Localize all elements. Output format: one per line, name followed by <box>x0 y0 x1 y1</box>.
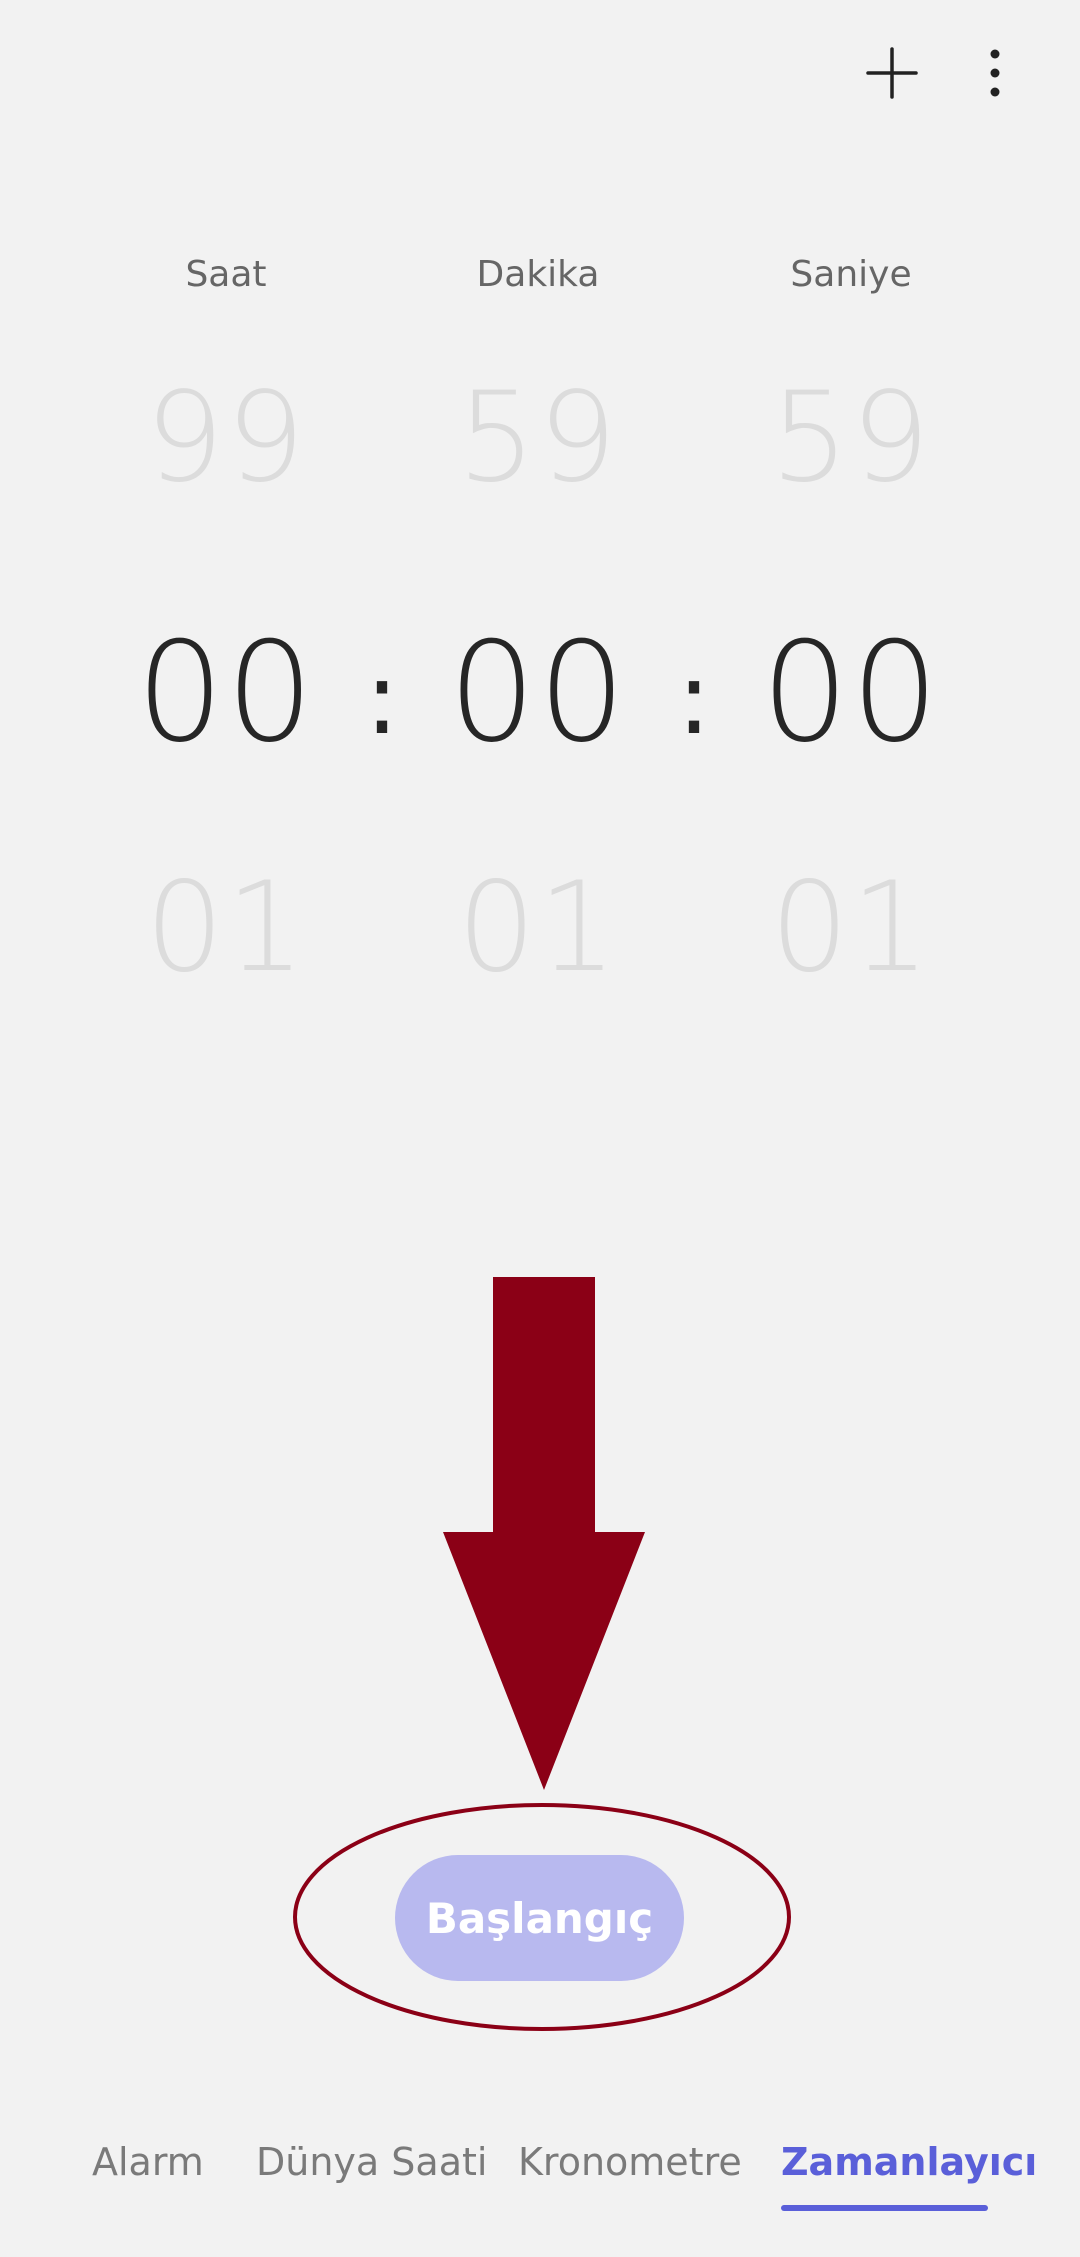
tab-alarm[interactable]: Alarm <box>92 2140 204 2184</box>
tab-stopwatch[interactable]: Kronometre <box>518 2140 742 2184</box>
tab-world-clock[interactable]: Dünya Saati <box>256 2140 487 2184</box>
start-button[interactable]: Başlangıç <box>395 1855 684 1981</box>
down-arrow-annotation <box>443 1277 645 1790</box>
tab-timer[interactable]: Zamanlayıcı <box>781 2140 1037 2184</box>
active-tab-indicator <box>781 2205 988 2211</box>
